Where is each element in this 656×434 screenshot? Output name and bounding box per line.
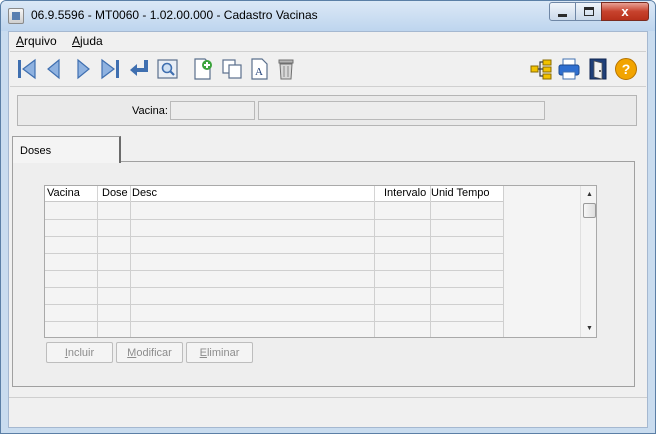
delete-record-button[interactable] — [274, 57, 298, 81]
next-record-icon — [77, 58, 90, 80]
search-button[interactable] — [156, 57, 180, 81]
scroll-thumb[interactable] — [583, 203, 596, 218]
last-record-icon — [101, 58, 119, 80]
header-divider — [130, 186, 131, 202]
maximize-icon — [583, 7, 594, 16]
title-bar[interactable]: 06.9.5596 - MT0060 - 1.02.00.000 - Cadas… — [1, 1, 655, 31]
new-record-icon — [194, 58, 212, 80]
menu-bar: Arquivo Ajuda — [9, 32, 647, 51]
scroll-up-icon[interactable]: ▲ — [581, 186, 596, 203]
column-header-dose[interactable]: Dose — [102, 187, 128, 199]
menu-arquivo-label: rquivo — [24, 34, 57, 48]
eliminar-button[interactable]: Eliminar — [186, 342, 253, 363]
scroll-down-icon[interactable]: ▼ — [581, 320, 596, 337]
status-bar — [9, 397, 647, 427]
empty-row-line — [45, 287, 503, 288]
incluir-button[interactable]: Incluir — [46, 342, 113, 363]
grid-header: Vacina Dose Desc Intervalo Unid Tempo — [45, 186, 503, 202]
modificar-button[interactable]: Modificar — [116, 342, 183, 363]
edit-record-button[interactable]: A — [248, 57, 272, 81]
vacina-header-panel: Vacina: — [17, 95, 637, 126]
exit-door-icon — [589, 58, 607, 80]
close-icon: x — [621, 4, 629, 19]
close-button[interactable]: x — [601, 2, 649, 21]
vacina-description-field[interactable] — [258, 101, 545, 120]
last-record-button[interactable] — [98, 57, 122, 81]
copy-record-icon — [222, 59, 242, 79]
application-window: 06.9.5596 - MT0060 - 1.02.00.000 - Cadas… — [0, 0, 656, 434]
incluir-label: ncluir — [67, 346, 95, 359]
print-button[interactable] — [557, 57, 581, 81]
tab-doses[interactable]: Doses — [12, 136, 121, 163]
column-header-intervalo[interactable]: Intervalo — [384, 187, 426, 199]
copy-record-button[interactable] — [220, 57, 244, 81]
modificar-label: odificar — [136, 346, 172, 359]
help-icon: ? — [615, 58, 637, 80]
maximize-button[interactable] — [575, 2, 602, 21]
structure-icon — [530, 59, 552, 80]
help-button[interactable]: ? — [614, 57, 638, 81]
new-record-button[interactable] — [191, 57, 215, 81]
header-divider — [374, 186, 375, 202]
modificar-mnemonic: M — [127, 346, 137, 359]
previous-record-icon — [47, 58, 60, 80]
first-record-icon — [18, 58, 36, 80]
delete-record-icon — [278, 59, 294, 80]
vacina-label: Vacina: — [132, 105, 168, 117]
eliminar-mnemonic: E — [199, 346, 207, 359]
eliminar-label: liminar — [206, 346, 240, 359]
minimize-button[interactable] — [549, 2, 576, 21]
menu-ajuda-label: juda — [80, 34, 103, 48]
app-icon — [8, 8, 24, 24]
empty-row-line — [45, 236, 503, 237]
column-header-vacina[interactable]: Vacina — [47, 187, 80, 199]
empty-row-line — [45, 321, 503, 322]
minimize-icon — [558, 13, 567, 17]
previous-record-button[interactable] — [42, 57, 66, 81]
header-divider — [97, 186, 98, 202]
menu-ajuda[interactable]: Ajuda — [72, 34, 103, 48]
menu-ajuda-mnemonic: A — [72, 34, 81, 48]
header-divider — [430, 186, 431, 202]
exit-button[interactable] — [586, 57, 610, 81]
empty-row-line — [45, 253, 503, 254]
menu-arquivo[interactable]: Arquivo — [16, 34, 57, 48]
vacina-code-field[interactable] — [170, 101, 255, 120]
column-header-unid-tempo[interactable]: Unid Tempo — [431, 187, 490, 199]
structure-button[interactable] — [529, 57, 553, 81]
toolbar: A ? — [10, 51, 646, 87]
empty-row-line — [45, 270, 503, 271]
svg-text:?: ? — [622, 61, 631, 77]
grid-columns-end — [503, 186, 504, 337]
goto-return-icon — [130, 60, 148, 76]
svg-text:A: A — [255, 66, 263, 78]
menu-arquivo-mnemonic: A — [16, 34, 25, 48]
first-record-button[interactable] — [15, 57, 39, 81]
column-header-desc[interactable]: Desc — [132, 187, 157, 199]
tab-doses-label: Doses — [20, 145, 52, 157]
search-icon — [157, 59, 178, 79]
goto-record-button[interactable] — [127, 57, 151, 81]
empty-row-line — [45, 219, 503, 220]
grid-vertical-scrollbar[interactable]: ▲ ▼ — [580, 186, 596, 337]
client-area: Arquivo Ajuda A ? Vacina: Doses Vacina D… — [8, 31, 648, 428]
next-record-button[interactable] — [71, 57, 95, 81]
window-title: 06.9.5596 - MT0060 - 1.02.00.000 - Cadas… — [31, 8, 318, 22]
doses-grid[interactable]: Vacina Dose Desc Intervalo Unid Tempo ▲ … — [44, 185, 597, 338]
empty-row-line — [45, 304, 503, 305]
print-icon — [558, 58, 580, 80]
edit-record-icon: A — [251, 58, 268, 80]
